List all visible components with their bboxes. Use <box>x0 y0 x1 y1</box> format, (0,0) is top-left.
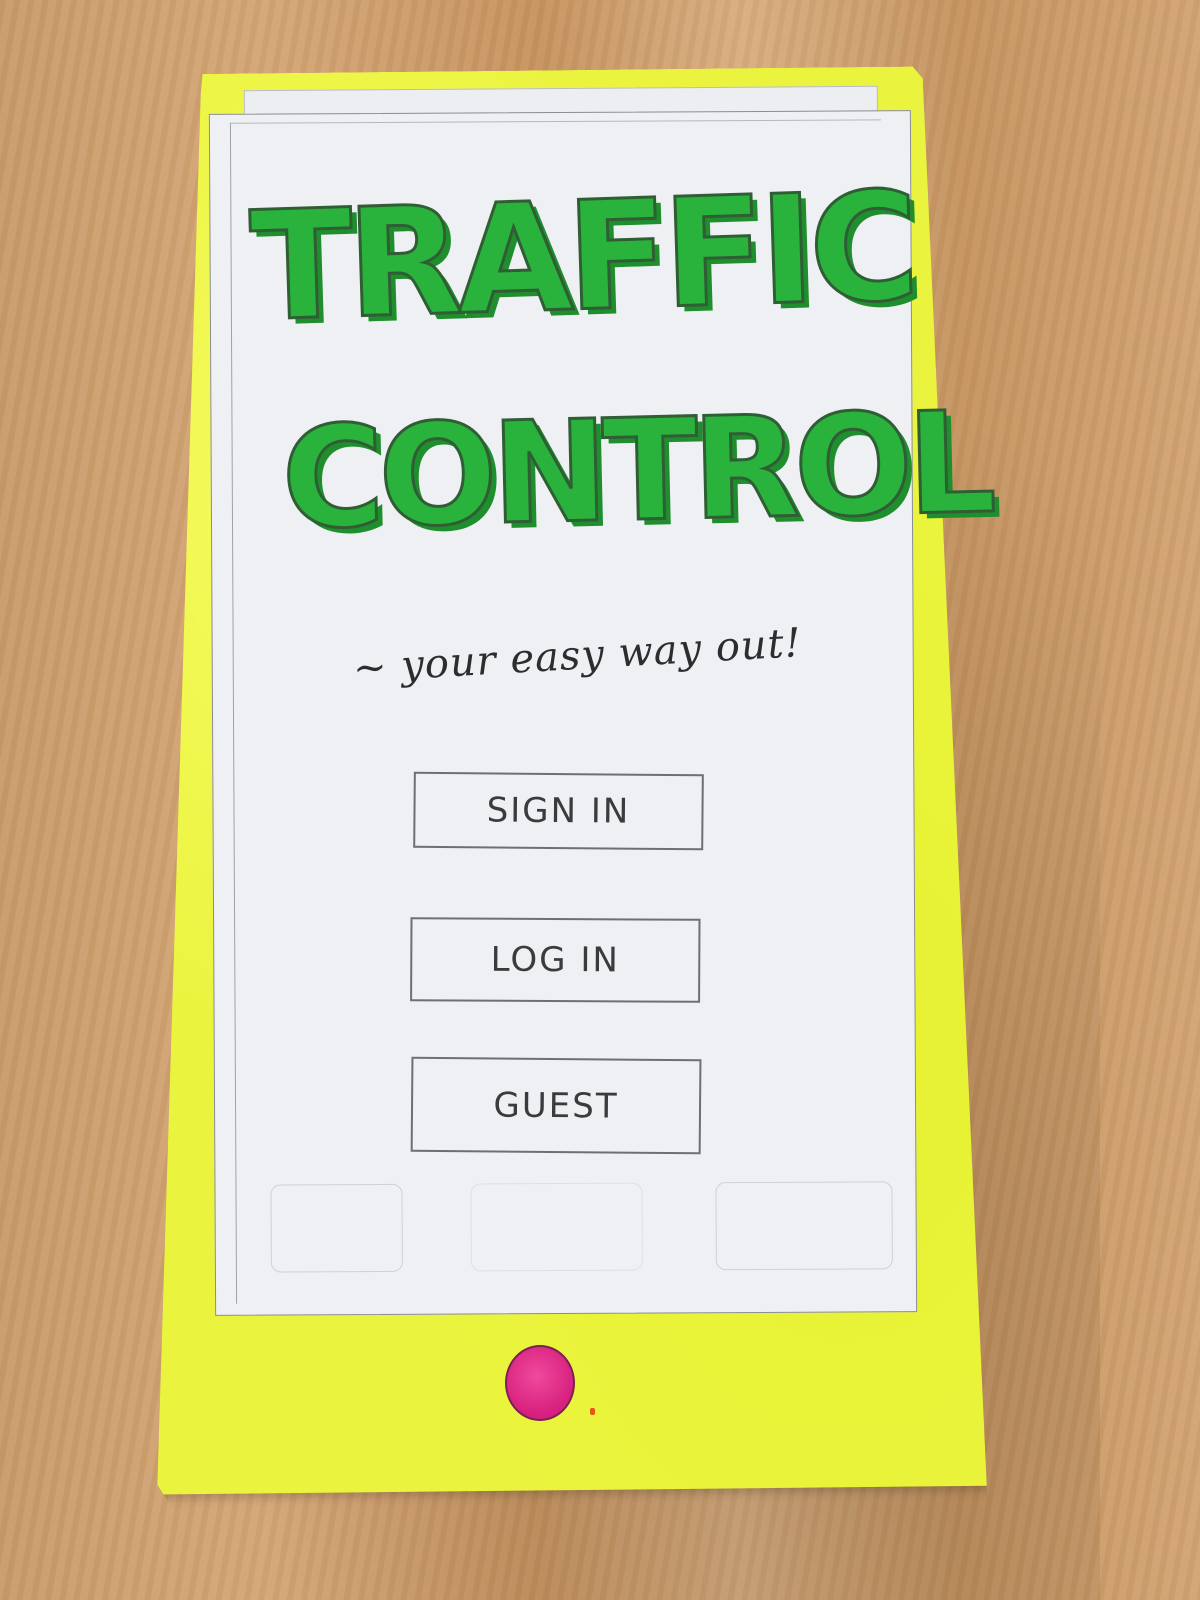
sign-in-button[interactable]: SIGN IN <box>413 771 704 851</box>
log-in-button[interactable]: LOG IN <box>410 917 701 1003</box>
faint-nav-tab-middle <box>470 1182 643 1272</box>
faint-nav-tab-right <box>715 1181 893 1271</box>
marker-speck <box>590 1408 595 1415</box>
phone-screen: TRAFFIC CONTROL ~ your easy way out! SIG… <box>208 110 993 1316</box>
home-button-icon[interactable] <box>505 1345 575 1421</box>
faint-nav-tab-left <box>270 1183 403 1273</box>
app-logo-line-2: CONTROL <box>278 381 993 563</box>
guest-button[interactable]: GUEST <box>410 1056 702 1155</box>
app-logo-line-1: TRAFFIC <box>247 159 918 357</box>
